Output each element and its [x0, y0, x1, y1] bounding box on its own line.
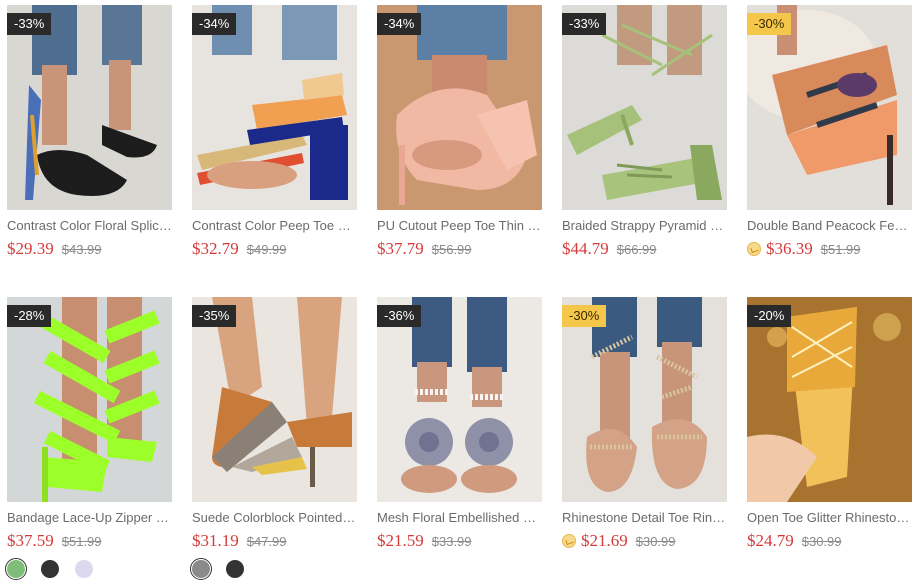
color-swatch[interactable] [41, 560, 59, 578]
price-row: $21.69 $30.99 [562, 530, 676, 552]
product-title[interactable]: Open Toe Glitter Rhinestone Slippers [747, 510, 912, 525]
color-swatch[interactable] [5, 558, 27, 580]
sale-price: $31.19 [192, 531, 239, 550]
discount-badge: -30% [562, 305, 607, 327]
discount-badge: -33% [562, 13, 607, 35]
product-card[interactable]: -20% Open Toe Glitter Rhinestone Slippers… [747, 297, 912, 587]
sale-price: $37.79 [377, 239, 424, 258]
vip-price-icon [747, 242, 761, 256]
product-image[interactable]: -30% [747, 5, 912, 210]
original-price: $33.99 [431, 533, 472, 549]
original-price: $30.99 [801, 533, 842, 549]
product-card[interactable]: -35% Suede Colorblock Pointed Toe Kitten … [190, 297, 357, 587]
color-swatches [5, 558, 109, 580]
product-image[interactable]: -20% [747, 297, 912, 502]
original-price: $47.99 [246, 533, 287, 549]
discount-badge: -34% [192, 13, 237, 35]
product-image[interactable]: -34% [192, 5, 357, 210]
original-price: $30.99 [635, 533, 676, 549]
price-row: $37.59 $51.99 [7, 530, 102, 552]
color-swatch[interactable] [190, 558, 212, 580]
sale-price: $36.39 [766, 239, 813, 258]
product-card[interactable]: -30% Rhinestone Detail Toe Ring Flat Sand… [562, 297, 727, 587]
product-title[interactable]: Double Band Peacock Feather Print Heeled… [747, 218, 912, 233]
original-price: $66.99 [616, 241, 657, 257]
sale-price: $29.39 [7, 239, 54, 258]
sale-price: $37.59 [7, 531, 54, 550]
original-price: $51.99 [820, 241, 861, 257]
product-image[interactable]: -33% [562, 5, 727, 210]
product-title[interactable]: PU Cutout Peep Toe Thin Heeled Pumps [377, 218, 542, 233]
discount-badge: -36% [377, 305, 422, 327]
product-image[interactable]: -35% [192, 297, 357, 502]
sale-price: $24.79 [747, 531, 794, 550]
sale-price: $21.59 [377, 531, 424, 550]
product-title[interactable]: Rhinestone Detail Toe Ring Flat Sandals [562, 510, 727, 525]
product-title[interactable]: Bandage Lace-Up Zipper Back Heeled Sanda… [7, 510, 172, 525]
price-row: $37.79 $56.99 [377, 238, 472, 260]
product-card[interactable]: -33% Contrast Color Floral Splicing Ankle… [7, 5, 172, 295]
original-price: $51.99 [61, 533, 102, 549]
sale-price: $21.69 [581, 531, 628, 550]
product-image[interactable]: -36% [377, 297, 542, 502]
color-swatch[interactable] [75, 560, 93, 578]
vip-price-icon [562, 534, 576, 548]
sale-price: $44.79 [562, 239, 609, 258]
price-row: $31.19 $47.99 [192, 530, 287, 552]
product-card[interactable]: -34% Contrast Color Peep Toe Chunky Heele… [192, 5, 357, 295]
discount-badge: -20% [747, 305, 792, 327]
product-image[interactable]: -28% [7, 297, 172, 502]
price-row: $29.39 $43.99 [7, 238, 102, 260]
sale-price: $32.79 [192, 239, 239, 258]
product-title[interactable]: Suede Colorblock Pointed Toe Kitten Heel… [192, 510, 357, 525]
product-title[interactable]: Contrast Color Floral Splicing Ankle Str… [7, 218, 172, 233]
product-image[interactable]: -30% [562, 297, 727, 502]
product-card[interactable]: -33% Braided Strappy Pyramid Heeled Sanda… [562, 5, 727, 295]
price-row: $24.79 $30.99 [747, 530, 842, 552]
color-swatches [190, 558, 260, 580]
product-card[interactable]: -30% Double Band Peacock Feather Print He… [747, 5, 912, 295]
price-row: $36.39 $51.99 [747, 238, 861, 260]
discount-badge: -34% [377, 13, 422, 35]
price-row: $21.59 $33.99 [377, 530, 472, 552]
original-price: $56.99 [431, 241, 472, 257]
product-card[interactable]: -34% PU Cutout Peep Toe Thin Heeled Pumps… [377, 5, 542, 295]
product-image[interactable]: -34% [377, 5, 542, 210]
product-card[interactable]: -36% Mesh Floral Embellished Beaded Flat … [377, 297, 542, 587]
color-swatch[interactable] [226, 560, 244, 578]
discount-badge: -33% [7, 13, 52, 35]
price-row: $32.79 $49.99 [192, 238, 287, 260]
product-title[interactable]: Braided Strappy Pyramid Heeled Sandals [562, 218, 727, 233]
original-price: $43.99 [61, 241, 102, 257]
original-price: $49.99 [246, 241, 287, 257]
discount-badge: -28% [7, 305, 52, 327]
price-row: $44.79 $66.99 [562, 238, 657, 260]
product-card[interactable]: -28% Bandage Lace-Up Zipper Back Heeled S… [5, 297, 172, 587]
product-title[interactable]: Contrast Color Peep Toe Chunky Heeled Sa… [192, 218, 357, 233]
product-image[interactable]: -33% [7, 5, 172, 210]
discount-badge: -30% [747, 13, 792, 35]
discount-badge: -35% [192, 305, 237, 327]
product-title[interactable]: Mesh Floral Embellished Beaded Flat Sand… [377, 510, 542, 525]
